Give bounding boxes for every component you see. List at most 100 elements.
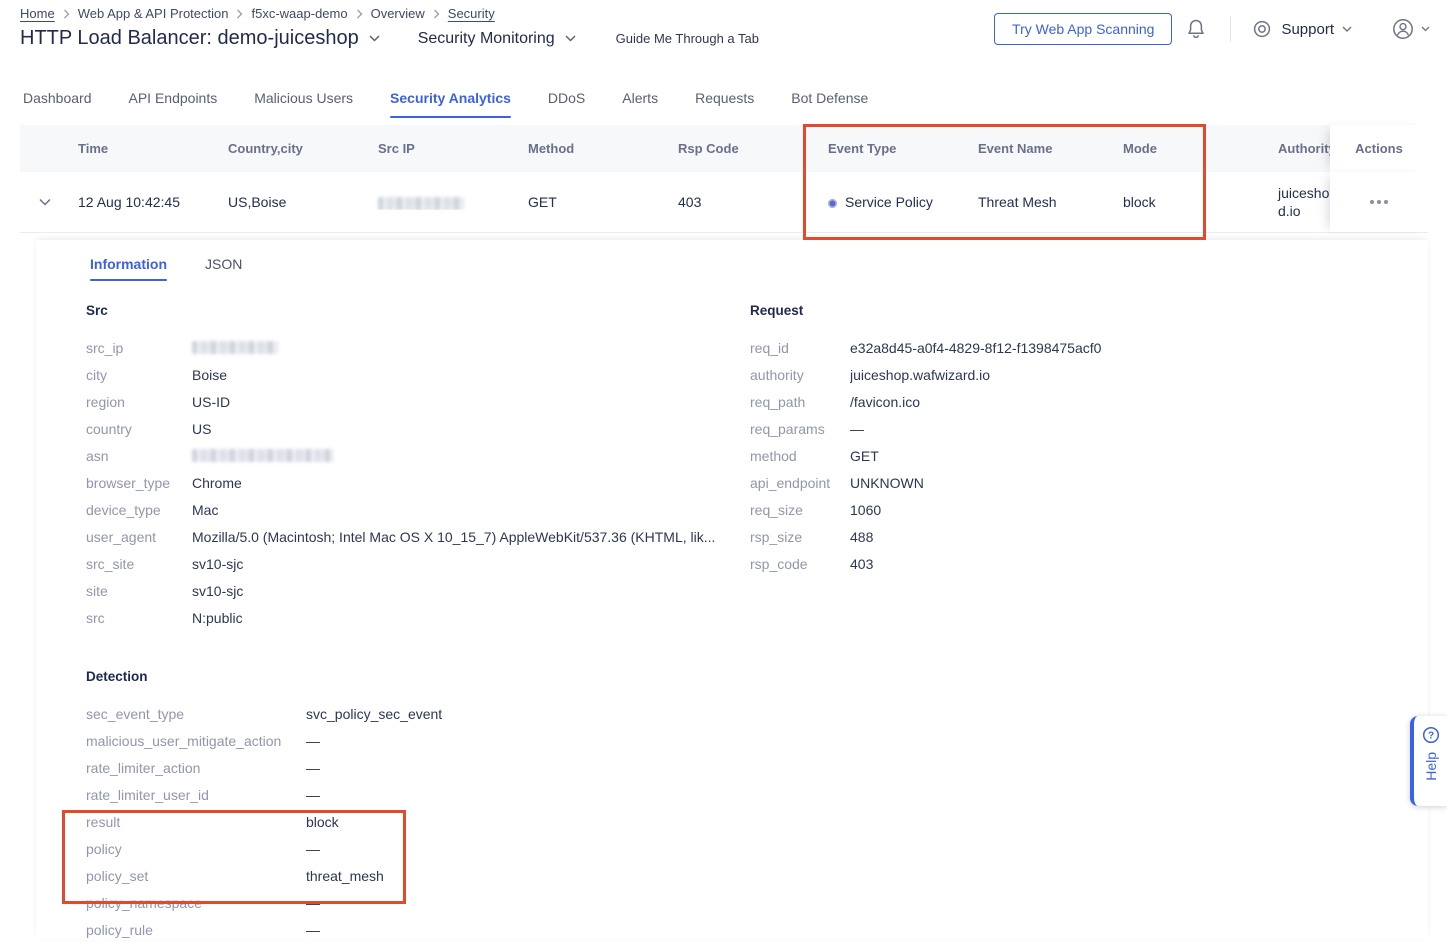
field-value: GET [850,448,879,464]
notifications-bell-icon[interactable] [1184,16,1208,42]
src-section-title: Src [86,303,741,318]
field-value: e32a8d45-a0f4-4829-8f12-f1398475acf0 [850,340,1101,356]
field-label: req_params [750,421,850,437]
field-row: rate_limiter_user_id— [86,781,741,808]
field-row: user_agentMozilla/5.0 (Macintosh; Intel … [86,523,741,550]
detection-section-title: Detection [86,669,741,684]
tab-bot-defense[interactable]: Bot Defense [791,90,868,118]
authority-line2: d.io [1278,202,1330,220]
guide-me-link[interactable]: Guide Me Through a Tab [616,31,759,46]
field-value: 488 [850,529,873,545]
field-row: sec_event_typesvc_policy_sec_event [86,700,741,727]
more-actions-icon[interactable] [1370,200,1388,204]
field-label: policy_set [86,868,306,884]
field-value: — [306,922,320,938]
field-row: src_sitesv10-sjc [86,550,741,577]
event-table-row[interactable]: 12 Aug 10:42:45 US,Boise GET 403 Service… [20,172,1428,233]
field-value: N:public [192,610,243,626]
field-label: region [86,394,192,410]
mode-column-header: Mode [1115,141,1270,156]
field-label: user_agent [86,529,192,545]
breadcrumb-waap[interactable]: Web App & API Protection [78,6,229,21]
rsp-code-column-header: Rsp Code [670,141,820,156]
field-label: country [86,421,192,437]
tab-ddos[interactable]: DDoS [548,90,585,118]
chevron-right-icon [433,9,440,19]
field-row: policy_namespace— [86,889,741,916]
tab-dashboard[interactable]: Dashboard [23,90,92,118]
chevron-down-icon [565,35,576,42]
field-row: rsp_code403 [750,550,1390,577]
field-value: 403 [850,556,873,572]
tab-requests[interactable]: Requests [695,90,754,118]
field-row: device_typeMac [86,496,741,523]
monitoring-dropdown[interactable]: Security Monitoring [418,30,576,48]
tab-json[interactable]: JSON [205,256,242,281]
actions-cell [1330,172,1428,232]
field-label: browser_type [86,475,192,491]
field-row-policy-set: policy_setthreat_mesh [86,862,741,889]
field-value: — [306,760,320,776]
security-events-table: Time Country,city Src IP Method Rsp Code… [20,125,1428,233]
detail-right-column: Request req_ide32a8d45-a0f4-4829-8f12-f1… [750,303,1390,577]
field-value: — [306,787,320,803]
field-row: browser_typeChrome [86,469,741,496]
event-name-column-header: Event Name [970,141,1115,156]
field-label: asn [86,448,192,464]
tab-api-endpoints[interactable]: API Endpoints [129,90,218,118]
breadcrumb-home[interactable]: Home [20,6,55,21]
event-type-dot-icon [828,199,837,208]
field-row: regionUS-ID [86,388,741,415]
field-row: req_ide32a8d45-a0f4-4829-8f12-f1398475ac… [750,334,1390,361]
support-label: Support [1281,21,1334,38]
field-label: policy_namespace [86,895,306,911]
field-value: — [306,841,320,857]
field-row: asn [86,442,741,469]
monitoring-dropdown-label: Security Monitoring [418,30,555,48]
field-value: sv10-sjc [192,583,243,599]
mode-cell: block [1115,194,1270,210]
country-city-cell: US,Boise [220,194,370,210]
divider [1230,16,1231,42]
tab-malicious-users[interactable]: Malicious Users [254,90,353,118]
field-label: policy [86,841,306,857]
tab-security-analytics[interactable]: Security Analytics [390,90,511,118]
field-row: methodGET [750,442,1390,469]
page-title: HTTP Load Balancer: demo-juiceshop [20,27,359,50]
field-label: policy_rule [86,922,306,938]
breadcrumb-overview[interactable]: Overview [371,6,425,21]
try-web-app-scanning-button[interactable]: Try Web App Scanning [994,13,1172,45]
field-label: rate_limiter_action [86,760,306,776]
field-row: req_size1060 [750,496,1390,523]
help-button[interactable]: ? Help [1410,716,1447,806]
field-label: req_size [750,502,850,518]
field-value: block [306,814,339,830]
field-row: srcN:public [86,604,741,631]
authority-line1: juicesho [1278,184,1330,202]
field-label: method [750,448,850,464]
help-label: Help [1423,752,1439,781]
field-label: site [86,583,192,599]
field-value: svc_policy_sec_event [306,706,442,722]
account-menu[interactable] [1390,16,1430,42]
field-value: /favicon.ico [850,394,920,410]
field-label: city [86,367,192,383]
field-row: cityBoise [86,361,741,388]
row-expand-chevron-icon[interactable] [20,198,70,206]
field-row: src_ip [86,334,741,361]
event-type-cell: Service Policy [820,194,970,210]
method-column-header: Method [520,141,670,156]
detail-tabs: Information JSON [36,240,1428,281]
field-label: authority [750,367,850,383]
table-header-row: Time Country,city Src IP Method Rsp Code… [20,125,1428,172]
time-cell: 12 Aug 10:42:45 [70,194,220,210]
breadcrumb-namespace[interactable]: f5xc-waap-demo [251,6,347,21]
tab-alerts[interactable]: Alerts [622,90,658,118]
support-menu[interactable]: Support [1251,18,1352,40]
lb-title-dropdown[interactable]: HTTP Load Balancer: demo-juiceshop [20,27,380,50]
field-value: sv10-sjc [192,556,243,572]
field-label: result [86,814,306,830]
field-label: rate_limiter_user_id [86,787,306,803]
tab-information[interactable]: Information [90,256,167,281]
breadcrumb-security[interactable]: Security [448,6,495,21]
